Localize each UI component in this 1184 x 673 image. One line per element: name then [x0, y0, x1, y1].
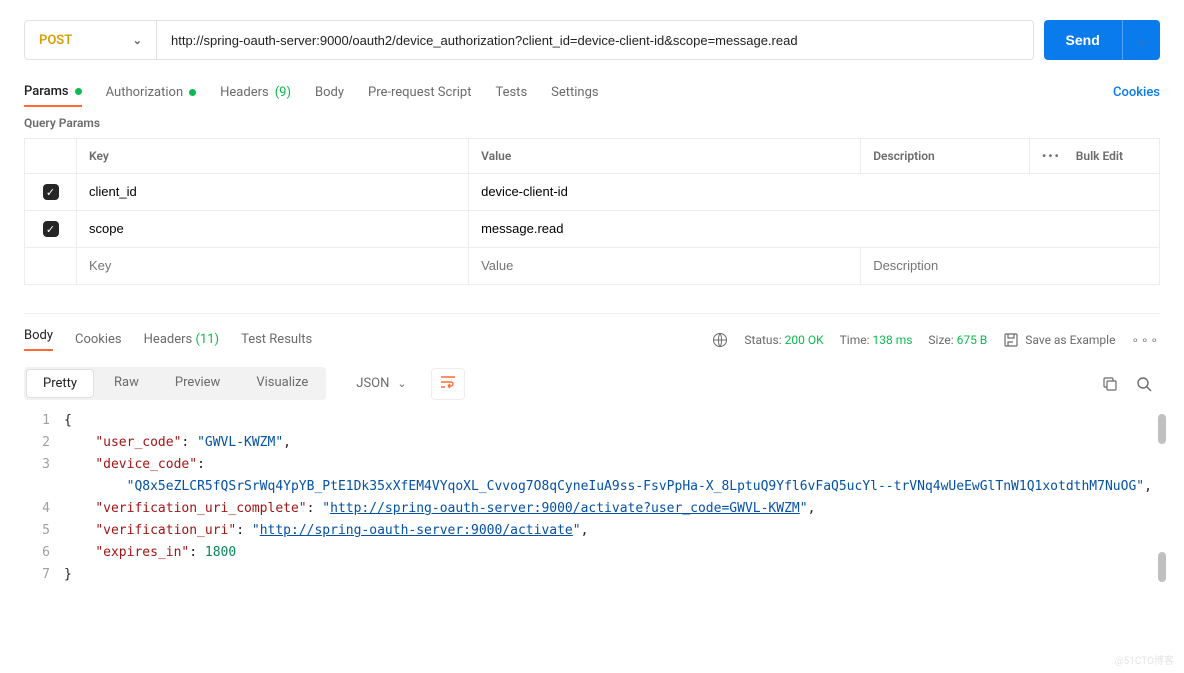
response-tab-headers[interactable]: Headers (11)	[144, 332, 219, 347]
send-button[interactable]: Send ⌄	[1044, 20, 1160, 60]
tab-params[interactable]: Params	[24, 78, 82, 107]
response-tab-body[interactable]: Body	[24, 328, 53, 351]
query-params-table: Key Value Description ••• Bulk Edit ✓ ✓	[24, 138, 1160, 285]
more-icon[interactable]: ∘∘∘	[1131, 333, 1160, 347]
save-icon	[1003, 332, 1019, 348]
param-description-input[interactable]	[873, 258, 1147, 273]
table-row	[25, 248, 1160, 285]
col-value: Value	[469, 139, 861, 174]
copy-icon[interactable]	[1102, 376, 1118, 392]
tab-headers[interactable]: Headers (9)	[220, 79, 291, 106]
globe-icon[interactable]	[712, 332, 728, 348]
response-tab-cookies[interactable]: Cookies	[75, 332, 122, 347]
checkbox[interactable]: ✓	[43, 184, 59, 200]
more-options-icon[interactable]: •••	[1042, 149, 1061, 163]
query-params-title: Query Params	[24, 116, 1160, 130]
search-icon[interactable]	[1136, 376, 1152, 392]
table-row: ✓	[25, 211, 1160, 248]
chevron-down-icon: ⌄	[133, 34, 142, 47]
tab-body[interactable]: Body	[315, 79, 344, 106]
view-tab-raw[interactable]: Raw	[96, 367, 157, 400]
view-tab-visualize[interactable]: Visualize	[238, 367, 326, 400]
param-key-input[interactable]	[89, 221, 456, 236]
param-value-input[interactable]	[481, 258, 848, 273]
response-body[interactable]: 1{2 "user_code": "GWVL-KWZM",3 "device_c…	[24, 410, 1160, 586]
checkbox[interactable]: ✓	[43, 221, 59, 237]
tab-settings[interactable]: Settings	[551, 79, 598, 106]
response-tab-tests[interactable]: Test Results	[241, 332, 312, 347]
save-as-example-button[interactable]: Save as Example	[1003, 332, 1115, 348]
watermark: @51CTO博客	[1115, 652, 1174, 667]
status-dot-icon	[189, 89, 196, 96]
col-description: Description	[861, 139, 1030, 174]
url-input[interactable]	[157, 21, 1033, 59]
param-key-input[interactable]	[89, 258, 456, 273]
param-key-input[interactable]	[89, 184, 456, 199]
chevron-down-icon: ⌄	[397, 377, 406, 390]
scrollbar-thumb[interactable]	[1158, 552, 1166, 582]
param-value-input[interactable]	[481, 221, 1147, 236]
scrollbar-thumb[interactable]	[1158, 414, 1166, 444]
param-value-input[interactable]	[481, 184, 1147, 199]
tab-authorization[interactable]: Authorization	[106, 79, 197, 106]
format-select[interactable]: JSON⌄	[342, 368, 420, 399]
table-row: ✓	[25, 174, 1160, 211]
bulk-edit-button[interactable]: Bulk Edit	[1076, 149, 1123, 163]
send-button-label: Send	[1044, 32, 1122, 48]
tab-prerequest[interactable]: Pre-request Script	[368, 79, 471, 106]
wrap-lines-button[interactable]	[431, 368, 465, 400]
chevron-down-icon: ⌄	[1137, 34, 1146, 47]
view-tab-pretty[interactable]: Pretty	[26, 369, 94, 398]
col-key: Key	[77, 139, 469, 174]
cookies-link[interactable]: Cookies	[1113, 85, 1160, 100]
tab-tests[interactable]: Tests	[495, 79, 527, 106]
http-method-label: POST	[39, 33, 72, 48]
send-dropdown[interactable]: ⌄	[1122, 20, 1160, 60]
status-dot-icon	[75, 88, 82, 95]
view-tab-preview[interactable]: Preview	[157, 367, 238, 400]
http-method-select[interactable]: POST ⌄	[25, 21, 157, 59]
